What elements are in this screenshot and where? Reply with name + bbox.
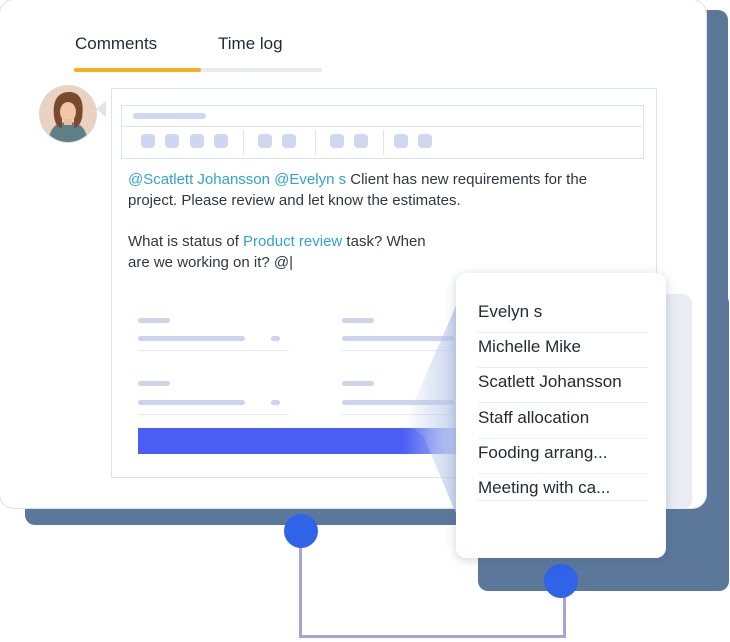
format-button[interactable] [190,134,204,148]
mention-option[interactable]: Meeting with ca... [478,478,648,498]
placeholder-rule [138,350,289,351]
tab-active-indicator [74,68,201,72]
format-button[interactable] [165,134,179,148]
mention-scatlett[interactable]: @Scatlett Johansson [128,171,270,188]
format-button[interactable] [282,134,296,148]
connector-dot [544,564,578,598]
tab-comments[interactable]: Comments [75,34,157,54]
toolbar-divider [122,126,642,127]
placeholder-label [138,318,170,323]
comment-text-line: are we working on it? @| [128,254,294,271]
comment-text: task? When [342,233,426,250]
task-link[interactable]: Product review [243,233,342,250]
placeholder-field [138,400,245,405]
connector-dot [284,514,318,548]
option-divider [478,367,648,368]
comment-text-line: What is status of Product review task? W… [128,232,426,252]
format-button[interactable] [214,134,228,148]
toolbar-separator [383,130,384,155]
placeholder-dot [271,336,280,341]
user-photo-icon [40,86,96,142]
placeholder-field [342,336,454,341]
option-divider [478,332,648,333]
placeholder-label [138,381,170,386]
mention-option[interactable]: Evelyn s [478,302,648,322]
option-divider [478,402,648,403]
toolbar-title-placeholder [133,113,206,119]
speech-pointer [96,101,106,117]
toolbar-separator [243,130,244,155]
mention-evelyn[interactable]: @Evelyn s [274,171,346,188]
placeholder-label [342,318,374,323]
mention-option[interactable]: Fooding arrang... [478,443,648,463]
avatar [40,86,96,142]
format-button[interactable] [258,134,272,148]
connector-line [299,635,566,638]
format-button[interactable] [354,134,368,148]
comment-text-line: @Scatlett Johansson @Evelyn s Client has… [128,170,587,190]
placeholder-dot [271,400,280,405]
format-button[interactable] [418,134,432,148]
format-button[interactable] [330,134,344,148]
mention-option[interactable]: Staff allocation [478,408,648,428]
mention-option[interactable]: Michelle Mike [478,337,648,357]
option-divider [478,500,648,501]
placeholder-field [138,336,245,341]
option-divider [478,438,648,439]
format-button[interactable] [141,134,155,148]
mention-option[interactable]: Scatlett Johansson [478,372,648,392]
comment-text: What is status of [128,233,244,250]
comment-text: Client has new requirements for the [346,171,588,188]
tab-time-log[interactable]: Time log [218,34,283,54]
format-button[interactable] [394,134,408,148]
toolbar-separator [315,130,316,155]
connector-line [299,540,302,638]
option-divider [478,473,648,474]
placeholder-label [342,381,374,386]
placeholder-rule [138,414,289,415]
comment-text-line: project. Please review and let know the … [128,192,461,209]
